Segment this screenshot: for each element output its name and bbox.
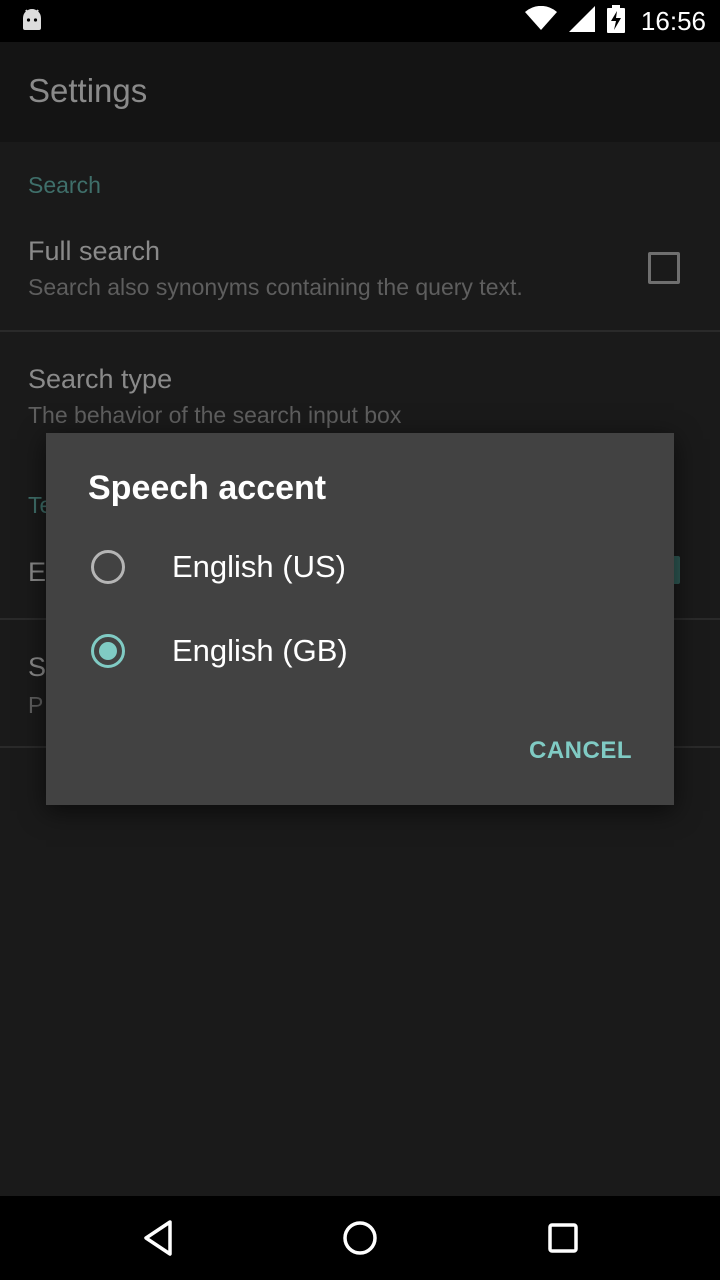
pref-title-partial: S (28, 652, 47, 682)
pref-summary: The behavior of the search input box (28, 402, 402, 428)
section-header-search: Search (28, 172, 101, 198)
pref-title: Full search (28, 236, 161, 266)
pref-summary: Search also synonyms containing the quer… (28, 274, 523, 300)
home-icon[interactable] (336, 1214, 384, 1262)
status-bar: 16:56 (0, 0, 720, 42)
radio-checked-icon[interactable] (90, 633, 126, 669)
cancel-button[interactable]: CANCEL (529, 737, 632, 765)
battery-charging-icon (606, 4, 625, 38)
wifi-icon (524, 5, 557, 37)
page-title: Settings (28, 72, 148, 109)
pref-summary-partial: P (28, 692, 44, 718)
option-english-us[interactable]: English (US) (46, 525, 674, 609)
nav-bar (0, 1196, 720, 1280)
pref-title-partial: E (28, 557, 47, 587)
full-search-checkbox[interactable] (648, 252, 680, 284)
speech-accent-dialog: Speech accent English (US) English (GB) … (46, 433, 674, 805)
option-english-gb[interactable]: English (GB) (46, 609, 674, 693)
dialog-title: Speech accent (88, 469, 327, 507)
option-label: English (GB) (172, 633, 348, 668)
status-time: 16:56 (640, 5, 706, 36)
radio-unchecked-icon[interactable] (90, 549, 126, 585)
option-label: English (US) (172, 549, 346, 584)
signal-icon (568, 5, 595, 37)
pref-search-type[interactable]: Search type The behavior of the search i… (0, 332, 720, 442)
android-icon (20, 8, 44, 37)
pref-full-search[interactable]: Full search Search also synonyms contain… (0, 220, 720, 330)
recents-icon[interactable] (539, 1214, 587, 1262)
app-bar: Settings (0, 42, 720, 142)
back-icon[interactable] (134, 1214, 182, 1262)
pref-title: Search type (28, 364, 173, 394)
